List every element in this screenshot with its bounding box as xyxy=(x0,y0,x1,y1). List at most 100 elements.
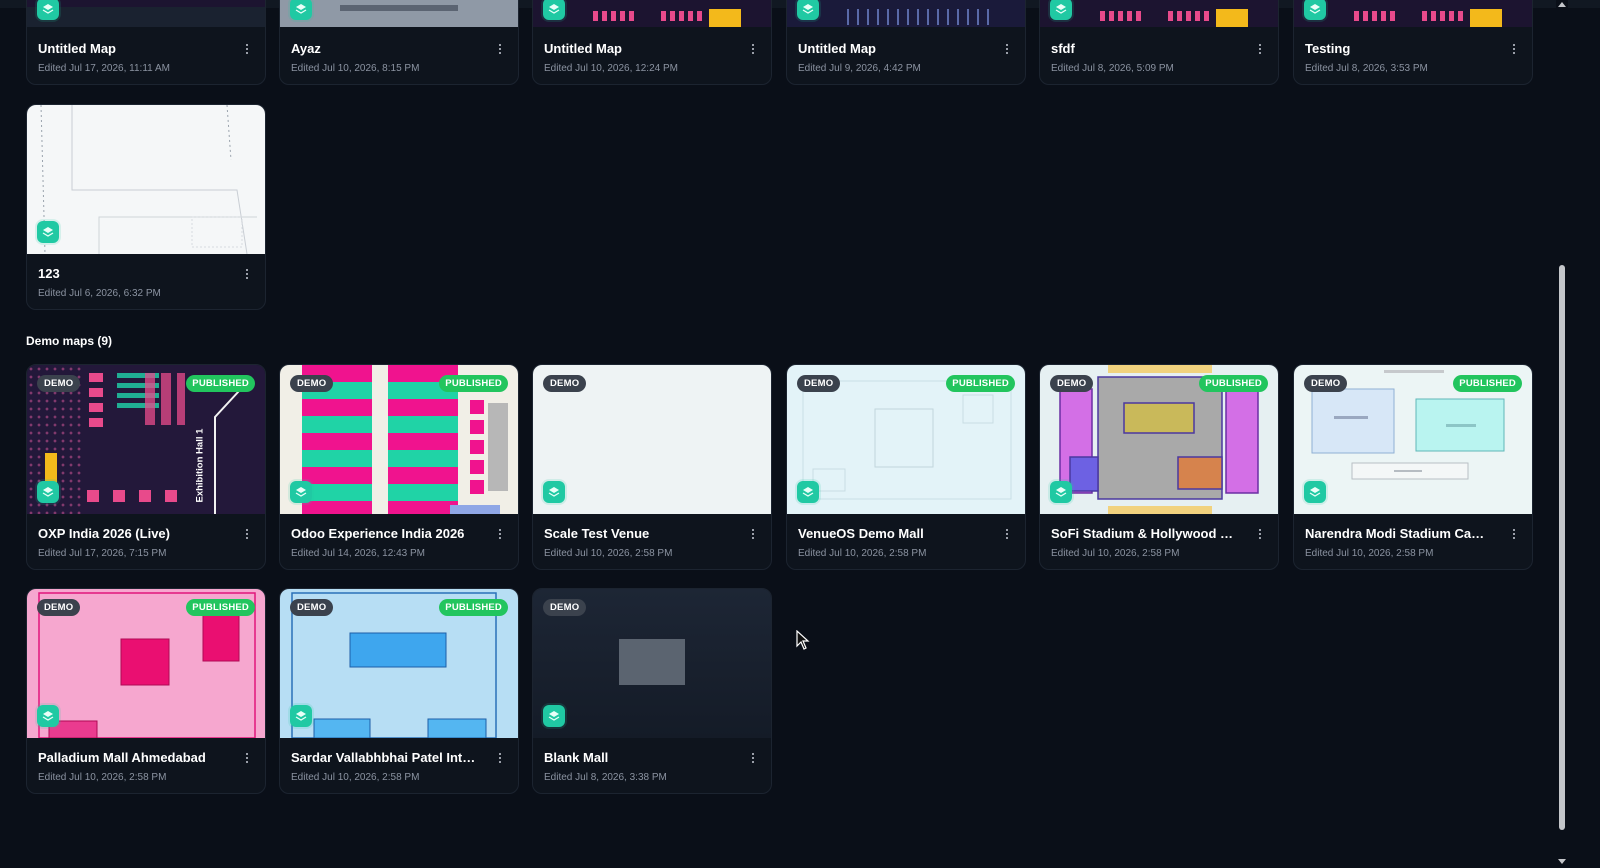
published-badge: PUBLISHED xyxy=(186,599,255,616)
demo-map-card[interactable]: DEMO Blank Mall Edited Jul 8, 2026, 3:38… xyxy=(532,588,772,794)
demo-badge: DEMO xyxy=(290,599,334,616)
card-menu-button[interactable] xyxy=(245,269,249,283)
layers-icon xyxy=(1304,0,1326,20)
map-title: Scale Test Venue xyxy=(544,526,650,541)
map-title: OXP India 2026 (Live) xyxy=(38,526,170,541)
layers-icon xyxy=(543,705,565,727)
scrollbar-thumb[interactable] xyxy=(1559,265,1565,830)
layers-icon xyxy=(1304,481,1326,503)
layers-icon xyxy=(37,221,59,243)
mouse-cursor-icon xyxy=(796,630,810,650)
card-menu-button[interactable] xyxy=(1512,44,1516,58)
layers-icon xyxy=(1050,0,1072,20)
published-badge: PUBLISHED xyxy=(1199,375,1268,392)
demo-badge: DEMO xyxy=(37,375,81,392)
map-edited-date: Edited Jul 8, 2026, 3:53 PM xyxy=(1305,63,1428,74)
layers-icon xyxy=(290,705,312,727)
layers-icon xyxy=(1050,481,1072,503)
map-title: Narendra Modi Stadium Campus xyxy=(1305,526,1495,541)
map-edited-date: Edited Jul 10, 2026, 12:24 PM xyxy=(544,63,678,74)
map-title: Ayaz xyxy=(291,41,321,56)
map-edited-date: Edited Jul 10, 2026, 2:58 PM xyxy=(291,772,420,783)
map-card[interactable]: Ayaz Edited Jul 10, 2026, 8:15 PM xyxy=(279,0,519,85)
layers-icon xyxy=(37,705,59,727)
map-edited-date: Edited Jul 6, 2026, 6:32 PM xyxy=(38,288,161,299)
published-badge: PUBLISHED xyxy=(1453,375,1522,392)
map-card[interactable]: 123 Edited Jul 6, 2026, 6:32 PM xyxy=(26,104,266,310)
published-badge: PUBLISHED xyxy=(186,375,255,392)
map-thumbnail xyxy=(27,105,265,254)
exhibition-hall-label: Exhibition Hall 1 xyxy=(194,428,206,503)
card-menu-button[interactable] xyxy=(1005,529,1009,543)
layers-icon xyxy=(543,481,565,503)
map-edited-date: Edited Jul 10, 2026, 2:58 PM xyxy=(38,772,167,783)
demo-badge: DEMO xyxy=(543,599,587,616)
map-edited-date: Edited Jul 8, 2026, 3:38 PM xyxy=(544,772,667,783)
demo-map-card[interactable]: DEMO PUBLISHED Palladium Mall Ahmedabad … xyxy=(26,588,266,794)
demo-map-card[interactable]: DEMO PUBLISHED Sardar Vallabhbhai Patel … xyxy=(279,588,519,794)
card-menu-button[interactable] xyxy=(245,44,249,58)
map-title: SoFi Stadium & Hollywood Park xyxy=(1051,526,1241,541)
map-title: Untitled Map xyxy=(798,41,876,56)
page-scrollbar[interactable] xyxy=(1556,0,1568,868)
map-card[interactable]: Testing Edited Jul 8, 2026, 3:53 PM xyxy=(1293,0,1533,85)
demo-badge: DEMO xyxy=(797,375,841,392)
map-card[interactable]: Untitled Map Edited Jul 9, 2026, 4:42 PM xyxy=(786,0,1026,85)
published-badge: PUBLISHED xyxy=(439,375,508,392)
layers-icon xyxy=(543,0,565,20)
map-edited-date: Edited Jul 10, 2026, 2:58 PM xyxy=(798,548,927,559)
demo-badge: DEMO xyxy=(543,375,587,392)
map-edited-date: Edited Jul 10, 2026, 8:15 PM xyxy=(291,63,420,74)
card-menu-button[interactable] xyxy=(245,753,249,767)
map-thumbnail xyxy=(27,0,265,27)
card-menu-button[interactable] xyxy=(1512,529,1516,543)
card-menu-button[interactable] xyxy=(245,529,249,543)
card-menu-button[interactable] xyxy=(1258,44,1262,58)
card-menu-button[interactable] xyxy=(498,44,502,58)
demo-map-card[interactable]: DEMO PUBLISHED SoFi Stadium & Hollywood … xyxy=(1039,364,1279,570)
map-edited-date: Edited Jul 17, 2026, 11:11 AM xyxy=(38,63,170,74)
card-menu-button[interactable] xyxy=(498,753,502,767)
card-menu-button[interactable] xyxy=(1258,529,1262,543)
demo-map-card[interactable]: DEMO Scale Test Venue Edited Jul 10, 202… xyxy=(532,364,772,570)
map-edited-date: Edited Jul 8, 2026, 5:09 PM xyxy=(1051,63,1174,74)
map-title: Sardar Vallabhbhai Patel Intern... xyxy=(291,750,481,765)
layers-icon xyxy=(797,481,819,503)
map-title: Blank Mall xyxy=(544,750,609,765)
map-edited-date: Edited Jul 14, 2026, 12:43 PM xyxy=(291,548,425,559)
demo-badge: DEMO xyxy=(290,375,334,392)
map-thumbnail xyxy=(533,0,771,27)
demo-map-card[interactable]: Exhibition Hall 1 DEMO PUBLISHED OXP Ind… xyxy=(26,364,266,570)
card-menu-button[interactable] xyxy=(751,44,755,58)
layers-icon xyxy=(37,481,59,503)
scroll-up-arrow-icon[interactable] xyxy=(1558,2,1566,7)
map-edited-date: Edited Jul 10, 2026, 2:58 PM xyxy=(1305,548,1434,559)
card-menu-button[interactable] xyxy=(751,529,755,543)
map-thumbnail xyxy=(1294,0,1532,27)
demo-badge: DEMO xyxy=(1304,375,1348,392)
card-menu-button[interactable] xyxy=(498,529,502,543)
scroll-down-arrow-icon[interactable] xyxy=(1558,859,1566,864)
map-title: sfdf xyxy=(1051,41,1075,56)
layers-icon xyxy=(797,0,819,20)
map-card[interactable]: Untitled Map Edited Jul 17, 2026, 11:11 … xyxy=(26,0,266,85)
demo-badge: DEMO xyxy=(37,599,81,616)
map-edited-date: Edited Jul 9, 2026, 4:42 PM xyxy=(798,63,921,74)
demo-map-card[interactable]: DEMO PUBLISHED VenueOS Demo Mall Edited … xyxy=(786,364,1026,570)
card-menu-button[interactable] xyxy=(751,753,755,767)
map-card[interactable]: sfdf Edited Jul 8, 2026, 5:09 PM xyxy=(1039,0,1279,85)
demo-map-card[interactable]: DEMO PUBLISHED Narendra Modi Stadium Cam… xyxy=(1293,364,1533,570)
map-title: VenueOS Demo Mall xyxy=(798,526,924,541)
map-edited-date: Edited Jul 10, 2026, 2:58 PM xyxy=(544,548,673,559)
map-title: 123 xyxy=(38,266,60,281)
demo-map-card[interactable]: DEMO PUBLISHED Odoo Experience India 202… xyxy=(279,364,519,570)
layers-icon xyxy=(290,481,312,503)
section-title-demo-maps: Demo maps (9) xyxy=(26,334,113,348)
map-edited-date: Edited Jul 10, 2026, 2:58 PM xyxy=(1051,548,1180,559)
map-card[interactable]: Untitled Map Edited Jul 10, 2026, 12:24 … xyxy=(532,0,772,85)
map-title: Palladium Mall Ahmedabad xyxy=(38,750,206,765)
published-badge: PUBLISHED xyxy=(946,375,1015,392)
map-title: Untitled Map xyxy=(38,41,116,56)
map-thumbnail xyxy=(280,0,518,27)
card-menu-button[interactable] xyxy=(1005,44,1009,58)
